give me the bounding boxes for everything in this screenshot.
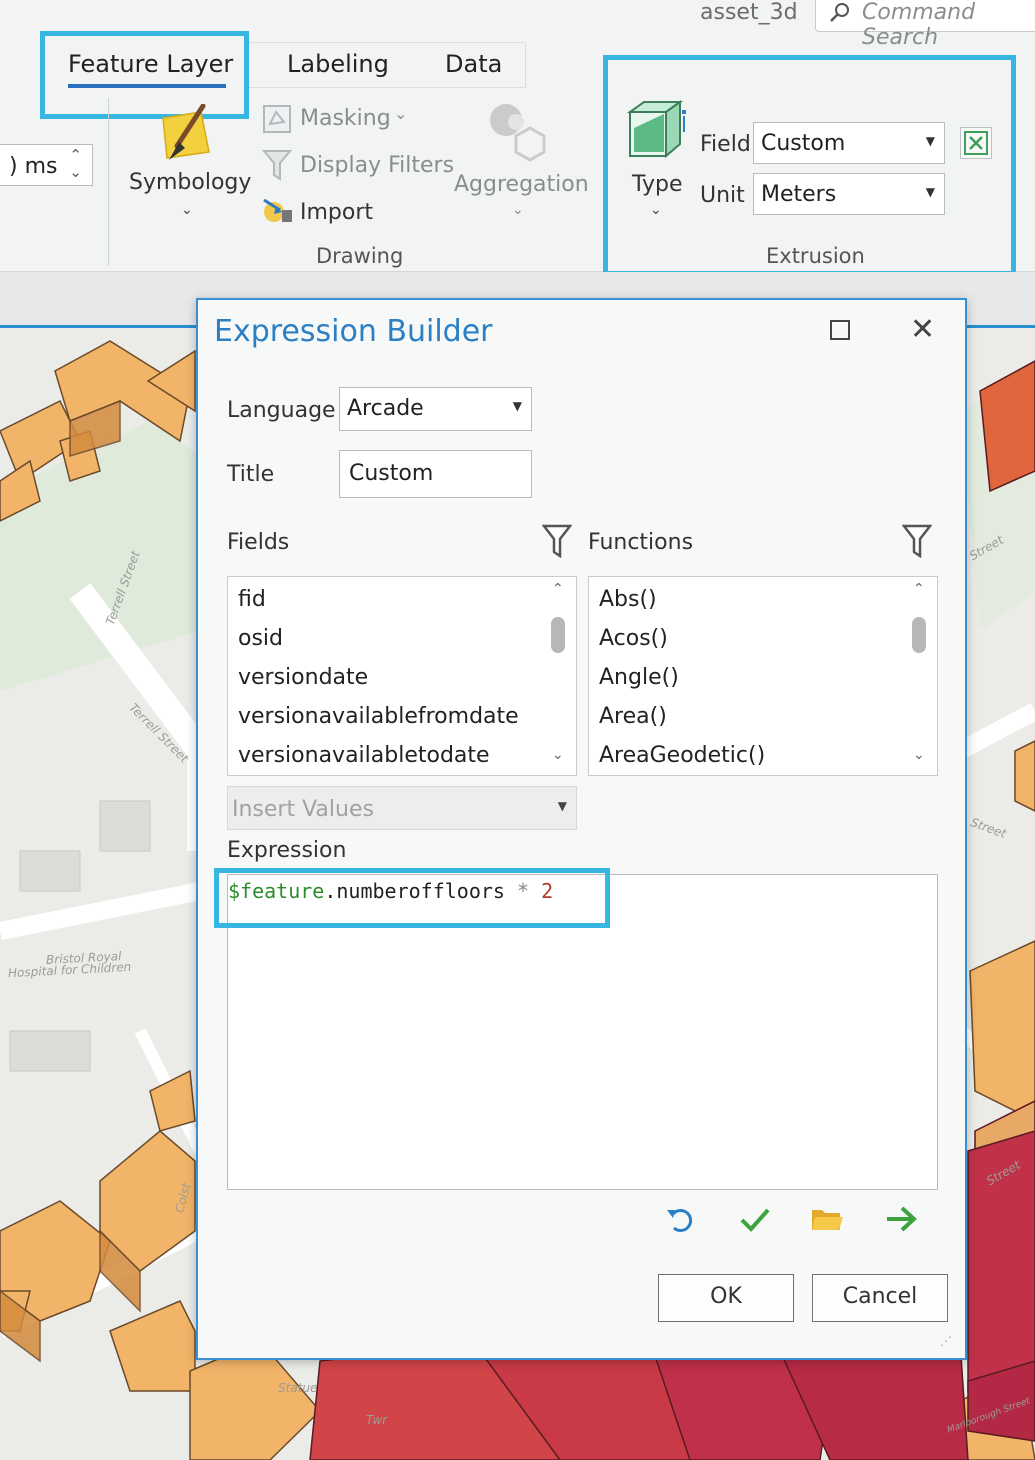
- import-icon: [263, 198, 292, 222]
- title-input[interactable]: Custom: [339, 450, 532, 498]
- scroll-down-icon[interactable]: ⌄: [913, 747, 925, 763]
- title-input-value: Custom: [349, 461, 434, 486]
- close-icon[interactable]: ✕: [910, 312, 935, 347]
- ok-button[interactable]: OK: [658, 1274, 794, 1322]
- arrow-right-icon[interactable]: [884, 1204, 918, 1234]
- masking-icon: [263, 105, 291, 133]
- project-name: asset_3d: [700, 0, 798, 25]
- display-filters-label: Display Filters: [300, 153, 455, 178]
- expression-label: Expression: [227, 838, 347, 863]
- range-ms-value: ) ms: [9, 154, 58, 179]
- check-icon[interactable]: [738, 1204, 772, 1234]
- fields-label: Fields: [227, 530, 290, 555]
- functions-scrollbar-thumb[interactable]: [912, 617, 926, 653]
- title-label: Title: [227, 462, 275, 487]
- search-icon: [830, 3, 849, 22]
- symbology-button[interactable]: Symbology ⌄: [125, 100, 252, 230]
- insert-values-label: Insert Values: [232, 797, 374, 822]
- range-ms-input[interactable]: ) ms ⌃ ⌄: [0, 144, 93, 186]
- field-item[interactable]: osid: [238, 626, 283, 651]
- place-label: Statue: [278, 1381, 318, 1395]
- dropdown-arrow-icon: ▼: [557, 799, 567, 813]
- masking-chevron-icon: ⌄: [394, 104, 408, 123]
- command-search-placeholder: Command Search: [862, 0, 976, 50]
- language-dropdown[interactable]: Arcade ▼: [339, 387, 532, 431]
- masking-button[interactable]: Masking ⌄: [258, 100, 418, 138]
- fields-list[interactable]: fid osid versiondate versionavailablefro…: [227, 576, 577, 776]
- expression-builder-dialog: Expression Builder ✕ Language Arcade ▼ T…: [196, 298, 967, 1360]
- extrusion-group-highlight: [603, 55, 1016, 276]
- group-separator: [108, 98, 109, 266]
- undo-icon[interactable]: [664, 1204, 698, 1234]
- cancel-button[interactable]: Cancel: [812, 1274, 948, 1322]
- field-item[interactable]: versionavailabletodate: [238, 743, 490, 768]
- function-item[interactable]: Area(): [599, 704, 667, 729]
- insert-values-dropdown[interactable]: Insert Values ▼: [227, 786, 577, 830]
- display-filters-button[interactable]: Display Filters: [258, 147, 454, 185]
- fields-filter-icon[interactable]: [542, 524, 572, 558]
- tab-strip-outline: [248, 42, 526, 88]
- place-label: Twr: [366, 1413, 388, 1427]
- symbology-icon: [162, 104, 210, 160]
- scroll-up-icon[interactable]: ⌃: [913, 581, 925, 597]
- command-search-input[interactable]: Command Search: [815, 0, 1035, 50]
- import-button[interactable]: Import: [258, 194, 388, 232]
- filter-icon: [262, 150, 292, 181]
- dropdown-arrow-icon: ▼: [512, 399, 522, 413]
- aggregation-icon: [490, 104, 546, 162]
- language-label: Language: [227, 398, 336, 423]
- dialog-title: Expression Builder: [214, 314, 493, 349]
- symbology-chevron-icon: ⌄: [181, 202, 193, 218]
- maximize-icon[interactable]: [830, 320, 850, 340]
- function-item[interactable]: Acos(): [599, 626, 668, 651]
- field-item[interactable]: versiondate: [238, 665, 368, 690]
- field-item[interactable]: versionavailablefromdate: [238, 704, 519, 729]
- function-item[interactable]: Angle(): [599, 665, 679, 690]
- symbology-label: Symbology: [129, 170, 252, 195]
- spin-buttons[interactable]: ⌃ ⌄: [69, 147, 82, 181]
- aggregation-label: Aggregation: [454, 172, 589, 197]
- functions-list[interactable]: Abs() Acos() Angle() Area() AreaGeodetic…: [588, 576, 938, 776]
- import-label: Import: [300, 200, 374, 225]
- scroll-down-icon[interactable]: ⌄: [552, 747, 564, 763]
- aggregation-button[interactable]: Aggregation ⌄: [452, 98, 589, 228]
- scroll-up-icon[interactable]: ⌃: [552, 581, 564, 597]
- ribbon: asset_3d Command Search Feature Layer La…: [0, 0, 1035, 276]
- language-value: Arcade: [347, 396, 424, 421]
- open-folder-icon[interactable]: [810, 1204, 844, 1234]
- function-item[interactable]: Abs(): [599, 587, 657, 612]
- drawing-group-label: Drawing: [316, 244, 404, 268]
- aggregation-chevron-icon: ⌄: [512, 202, 524, 218]
- functions-filter-icon[interactable]: [902, 524, 932, 558]
- fields-scrollbar-thumb[interactable]: [551, 617, 565, 653]
- functions-label: Functions: [588, 530, 694, 555]
- expression-highlight: [214, 868, 610, 928]
- field-item[interactable]: fid: [238, 587, 266, 612]
- function-item[interactable]: AreaGeodetic(): [599, 743, 765, 768]
- masking-label: Masking: [300, 106, 391, 131]
- resize-grip-icon[interactable]: ⋰: [940, 1334, 953, 1348]
